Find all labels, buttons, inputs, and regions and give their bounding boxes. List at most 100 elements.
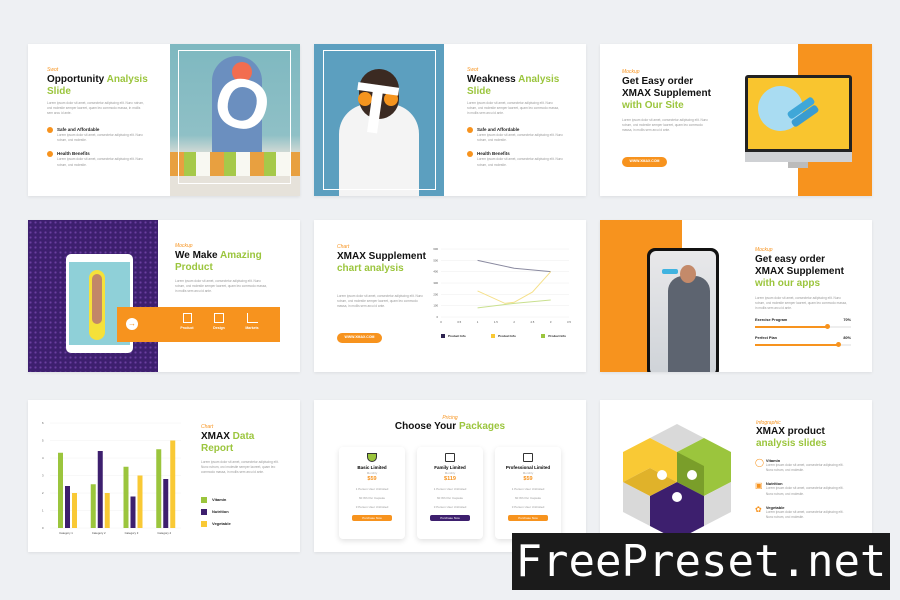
purchase-button[interactable]: Purchase Now	[430, 515, 470, 521]
y-tick-label: 500	[433, 258, 438, 262]
title-part: XMAX product	[756, 426, 825, 437]
list-item: ✿ Vegetable Lorem ipsum dolor sit amet, co…	[755, 505, 845, 520]
slide-order-site[interactable]: Mockup Get Easy order XMAX Supplement wi…	[600, 44, 872, 196]
product-icon	[182, 313, 192, 323]
phone-mockup	[647, 248, 719, 372]
item-list: ◯ Vitamin Lorem ipsum dolor sit amet, cons…	[755, 458, 845, 520]
photo-woman-grapefruit: O	[170, 44, 300, 196]
slide-tag: Chart	[201, 424, 214, 430]
slide-product-analysis[interactable]: Infographic XMAX product analysis slides…	[600, 400, 872, 552]
slide-title: We Make Amazing Product	[175, 250, 275, 274]
bar	[123, 466, 129, 528]
item-list: Safe and Affordable Lorem ipsum dolor si…	[47, 127, 152, 168]
legend-item: Product Info	[491, 334, 516, 339]
package-period: Monthly	[444, 471, 456, 475]
legend-item: Nutrition	[201, 509, 231, 515]
bar	[65, 486, 70, 528]
item-text: Lorem ipsum dolor sit amet, consectetur …	[765, 509, 844, 520]
pricing-card: Professional Limited Monthly $59 1 Perso…	[495, 447, 561, 539]
feature-design: Design	[207, 313, 231, 330]
progress-list: Exercise Program 70% Perfect Plan 80%	[755, 318, 851, 347]
slide-tag: Mockup	[175, 243, 193, 249]
slide-packages[interactable]: Pricing Choose Your Packages Basic Limit…	[314, 400, 586, 552]
purchase-button[interactable]: Purchase Now	[352, 515, 392, 521]
arrow-right-icon[interactable]: →	[126, 318, 138, 330]
legend-swatch	[201, 497, 207, 503]
feature-bar: → Product Design Markets	[117, 307, 280, 342]
legend-label: Vitamin	[212, 497, 227, 503]
feature-product: Product	[175, 313, 199, 330]
y-tick-label: 100	[433, 304, 438, 308]
item-text: Lorem ipsum dolor sit amet, consectetur …	[57, 157, 143, 167]
slide-amazing-product[interactable]: Mockup We Make Amazing Product Lorem ips…	[28, 220, 300, 372]
monitor-mockup	[745, 75, 852, 152]
slide-data-report[interactable]: 0 1 2 3 4 5 6 Category 1 Category 2 Category 3 Cat…	[28, 400, 300, 552]
hexagon-cube-infographic	[623, 424, 731, 537]
title-part: Opportunity	[47, 74, 107, 85]
title-highlight: with Our Site	[622, 100, 684, 111]
x-tick-label: 1	[477, 320, 479, 324]
y-tick-label: 2	[42, 491, 44, 495]
bar	[72, 493, 77, 528]
y-tick-label: 300	[433, 281, 438, 285]
monitor-stand	[788, 162, 808, 168]
bar	[170, 440, 176, 528]
item-label: Health Benefits	[57, 151, 90, 157]
slide-chart-analysis[interactable]: Chart XMAX Supplement chart analysis Lor…	[314, 220, 586, 372]
pricing-card: Family Limited Monthly $119 1 Person Use…	[417, 447, 483, 539]
purchase-button[interactable]: Purchase Now	[508, 515, 548, 521]
legend-item: Vitamin	[201, 497, 231, 503]
body-text: Lorem ipsum dolor sit amet, consectetur …	[47, 101, 144, 116]
website-button[interactable]: WWW.XMAX.COM	[622, 157, 667, 167]
title-part: XMAX	[201, 431, 233, 442]
slide-order-apps[interactable]: Mockup Get easy order XMAX Supplement wi…	[600, 220, 872, 372]
package-name: Family Limited	[434, 465, 466, 470]
legend-label: Product Info	[498, 334, 516, 338]
item-text: Lorem ipsum dolor sit amet, consectetur …	[57, 133, 143, 143]
website-button[interactable]: WWW.XMAX.COM	[337, 333, 382, 343]
body-text: Lorem ipsum dolor sit amet, consectetur …	[201, 460, 279, 475]
progress-label: Exercise Program	[755, 318, 788, 322]
y-tick-label: 1	[42, 509, 44, 513]
series-line	[477, 299, 551, 309]
body-text: Lorem ipsum dolor sit amet, consectetur …	[755, 296, 847, 311]
x-tick-label: 2.5	[530, 320, 534, 324]
slide-tag: Swot	[467, 67, 479, 73]
y-tick-label: 600	[433, 247, 438, 251]
package-feature: 60 Wh Per Capsule	[358, 496, 385, 500]
body-text: Lorem ipsum dolor sit amet, consectetur …	[622, 118, 708, 133]
y-tick-label: 5	[42, 439, 44, 443]
package-period: Monthly	[366, 471, 378, 475]
x-tick-label: Category 1	[59, 531, 73, 535]
title-highlight: analysis slides	[756, 438, 827, 449]
title-highlight: with our apps	[755, 278, 820, 289]
legend-label: Vegetable	[212, 521, 231, 527]
monitor-chin	[745, 152, 852, 162]
chart-icon	[246, 313, 258, 323]
capsule-icon: ◯	[755, 458, 764, 467]
package-name: Basic Limited	[357, 465, 387, 470]
body-text: Lorem ipsum dolor sit amet, consectetur …	[467, 101, 559, 116]
check-circle-icon	[467, 151, 473, 158]
body-text: Lorem ipsum dolor sit amet, consectetur …	[175, 279, 267, 294]
design-icon	[214, 313, 224, 323]
title-part: XMAX Supplement	[337, 251, 426, 262]
title-part: Get Easy order XMAX Supplement	[622, 76, 711, 99]
item-text: Lorem ipsum dolor sit amet, consectetur …	[477, 133, 563, 143]
progress-handle	[825, 324, 831, 329]
item-text: Lorem ipsum dolor sit amet, consectetur …	[477, 157, 563, 167]
progress-value: 80%	[843, 336, 851, 340]
slide-weakness-analysis[interactable]: T Swot Weakness Analysis Slide Lorem ips…	[314, 44, 586, 196]
slide-opportunity-analysis[interactable]: Swot Opportunity Analysis Slide Lorem ip…	[28, 44, 300, 196]
legend-swatch	[201, 521, 207, 527]
bar	[163, 479, 169, 528]
bar	[130, 496, 136, 528]
water-bottle-icon	[662, 269, 678, 274]
chart-legend: Vitamin Nutrition Vegetable	[201, 497, 231, 527]
chart-legend: Product Info Product Info Product Info	[441, 334, 566, 339]
phone-screen	[650, 251, 716, 372]
item-label: Health Benefits	[477, 151, 510, 157]
check-circle-icon	[47, 127, 53, 133]
slide-tag: Mockup	[622, 69, 640, 75]
salad-bowl-icon	[367, 453, 377, 462]
